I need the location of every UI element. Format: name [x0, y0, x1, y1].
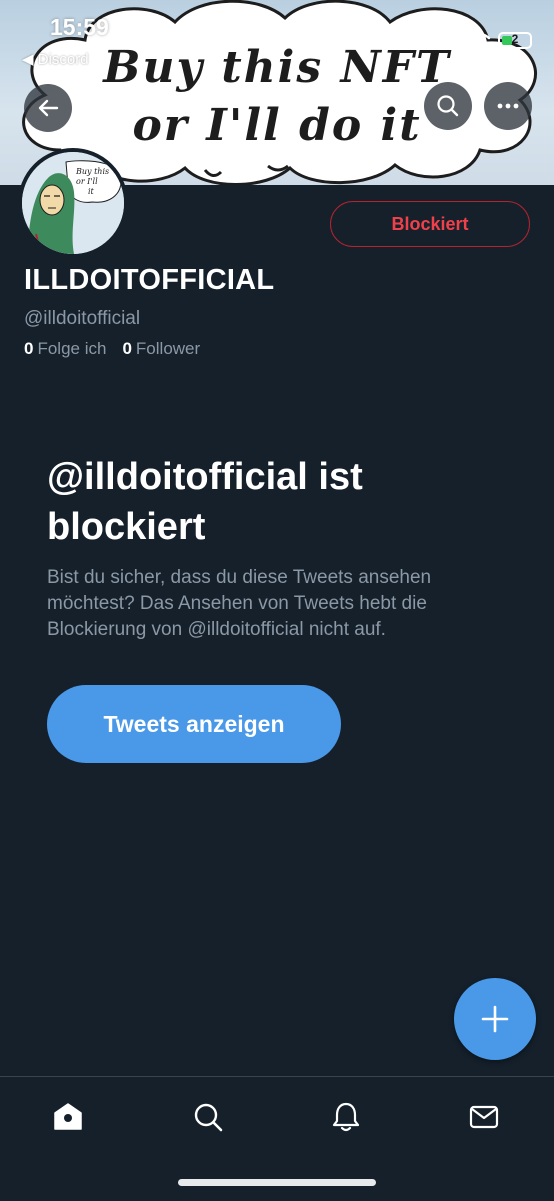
home-indicator[interactable] — [178, 1179, 376, 1186]
search-icon — [194, 1103, 223, 1132]
signal-icon — [434, 32, 459, 49]
search-icon — [437, 95, 459, 117]
blocked-button[interactable]: Blockiert — [330, 201, 530, 247]
compose-tweet-button[interactable] — [454, 978, 536, 1060]
status-time: 15:59 — [50, 14, 109, 40]
battery-icon: 2 — [498, 32, 532, 49]
followers-label: Follower — [135, 339, 201, 358]
tab-search[interactable] — [188, 1097, 228, 1137]
followers-link[interactable]: 0 Follower — [122, 339, 200, 359]
back-button[interactable] — [24, 84, 72, 132]
battery-level: 2 — [511, 32, 519, 46]
avatar-text-line-3: it — [88, 187, 94, 196]
following-count: 0 — [24, 339, 34, 358]
show-tweets-button[interactable]: Tweets anzeigen — [47, 685, 341, 763]
bell-icon — [332, 1102, 360, 1132]
arrow-left-icon — [38, 99, 59, 117]
following-label: Folge ich — [37, 339, 107, 358]
user-handle: @illdoitofficial — [24, 308, 141, 329]
more-icon — [497, 103, 519, 109]
plus-icon — [481, 1005, 509, 1033]
profile-avatar[interactable]: Buy this or I'll it — [18, 148, 128, 258]
avatar-text-line-2: or I'll — [76, 177, 98, 186]
mail-icon — [469, 1105, 499, 1129]
status-back-to-app[interactable]: ◀ Discord — [22, 50, 89, 68]
display-name: ILLDOITOFFICIAL — [24, 264, 275, 296]
tab-notifications[interactable] — [326, 1097, 366, 1137]
blocked-notice-body: Bist du sicher, dass du diese Tweets ans… — [47, 567, 432, 640]
avatar-text-line-1: Buy this — [76, 167, 110, 176]
followers-count: 0 — [122, 339, 132, 358]
status-indicators: 2 — [434, 32, 532, 49]
tab-home[interactable] — [48, 1097, 88, 1137]
wifi-icon — [468, 32, 490, 48]
following-link[interactable]: 0 Folge ich — [24, 339, 106, 359]
home-icon — [54, 1103, 82, 1130]
blocked-notice-title: @illdoitofficial ist blockiert — [47, 456, 363, 548]
more-options-button[interactable] — [484, 82, 532, 130]
follow-counts: 0 Folge ich 0 Follower — [24, 339, 200, 359]
search-button[interactable] — [424, 82, 472, 130]
tab-messages[interactable] — [464, 1097, 504, 1137]
